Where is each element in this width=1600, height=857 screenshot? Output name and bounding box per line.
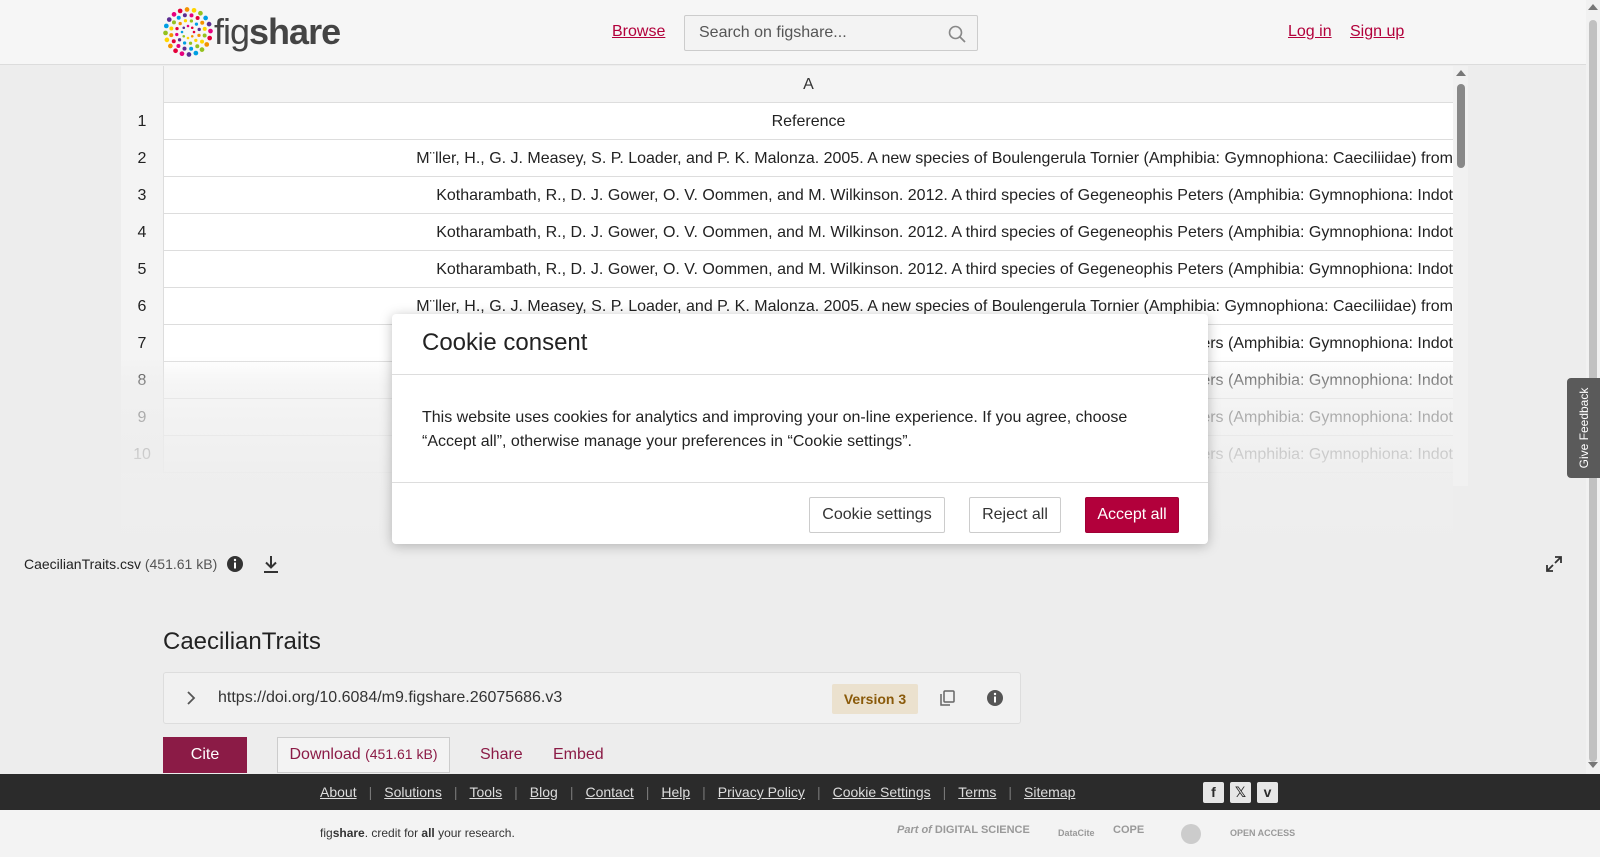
footer-separator: | <box>453 784 458 800</box>
download-button[interactable]: Download (451.61 kB) <box>277 737 450 773</box>
file-name: CaecilianTraits.csv (451.61 kB) <box>24 556 218 572</box>
give-feedback-tab[interactable]: Give Feedback <box>1567 378 1600 478</box>
dialog-header: Cookie consent <box>392 314 1208 375</box>
doi-info-icon[interactable] <box>986 689 1004 707</box>
file-info-icon[interactable] <box>226 555 244 573</box>
table-row: 2 M¨ller, H., G. J. Measey, S. P. Loader,… <box>121 140 1453 177</box>
row-number[interactable]: 2 <box>121 140 164 177</box>
scroll-up-arrow-icon[interactable] <box>1456 70 1466 76</box>
page-scroll-down-icon[interactable] <box>1588 762 1598 768</box>
figshare-logo-mark-icon <box>163 7 213 57</box>
column-header-row: A <box>121 66 1453 103</box>
reject-all-button[interactable]: Reject all <box>969 497 1061 533</box>
table-cell[interactable]: Kotharambath, R., D. J. Gower, O. V. Oom… <box>164 251 1453 288</box>
cell-text: Kotharambath, R., D. J. Gower, O. V. Oom… <box>436 261 1453 278</box>
figshare-logo[interactable]: figshare <box>163 7 341 57</box>
doi-box: https://doi.org/10.6084/m9.figshare.2607… <box>163 672 1021 724</box>
datacite-logo[interactable]: DataCite <box>1058 828 1095 838</box>
open-access-logo[interactable]: OPEN ACCESS <box>1230 828 1295 838</box>
table-row: 3 Kotharambath, R., D. J. Gower, O. V. Oo… <box>121 177 1453 214</box>
footer-link-sitemap[interactable]: Sitemap <box>1024 784 1075 800</box>
footer-link-tools[interactable]: Tools <box>469 784 502 800</box>
facebook-icon[interactable]: f <box>1203 782 1224 803</box>
footer-separator: | <box>702 784 706 800</box>
share-link[interactable]: Share <box>480 746 523 764</box>
cope-logo[interactable]: COPE <box>1113 824 1144 836</box>
table-cell[interactable]: Kotharambath, R., D. J. Gower, O. V. Oom… <box>164 177 1453 214</box>
footer-link-cookie-settings[interactable]: Cookie Settings <box>833 784 931 800</box>
dialog-footer: Cookie settings Reject all Accept all <box>392 482 1208 544</box>
row-number[interactable]: 3 <box>121 177 164 214</box>
footer-link-solutions[interactable]: Solutions <box>384 784 442 800</box>
footer-separator: | <box>514 784 518 800</box>
vimeo-icon[interactable]: v <box>1257 782 1278 803</box>
footer-separator: | <box>645 784 650 800</box>
search-input[interactable] <box>685 16 935 50</box>
table-row: 5 Kotharambath, R., D. J. Gower, O. V. Oo… <box>121 251 1453 288</box>
footer-links: About | Solutions | Tools | Blog | Contact | Help |… <box>320 784 1075 800</box>
footer-separator: | <box>368 784 373 800</box>
table-row: 4 Kotharambath, R., D. J. Gower, O. V. Oo… <box>121 214 1453 251</box>
table-row: 1 Reference <box>121 103 1453 140</box>
page-scroll-up-icon[interactable] <box>1588 4 1598 10</box>
footer-nav: About | Solutions | Tools | Blog | Contact | Help |… <box>0 774 1600 810</box>
footer-link-blog[interactable]: Blog <box>530 784 558 800</box>
x-icon[interactable]: 𝕏 <box>1230 782 1251 803</box>
chevron-right-icon[interactable] <box>182 689 200 707</box>
table-cell[interactable]: Kotharambath, R., D. J. Gower, O. V. Oom… <box>164 214 1453 251</box>
cell-text: Kotharambath, R., D. J. Gower, O. V. Oom… <box>436 224 1453 241</box>
footer-bottom: figshare. credit for all your research. … <box>0 810 1600 857</box>
file-download-icon[interactable] <box>261 554 281 574</box>
dialog-body: This website uses cookies for analytics … <box>422 409 1128 450</box>
logo-wordmark: figshare <box>214 11 341 52</box>
footer-separator: | <box>1008 784 1013 800</box>
search-icon[interactable] <box>947 24 967 44</box>
footer-separator: | <box>816 784 821 800</box>
scrollbar-thumb[interactable] <box>1457 84 1465 168</box>
corner-cell <box>121 66 164 103</box>
file-bar: CaecilianTraits.csv (451.61 kB) <box>0 546 1586 582</box>
footer-link-contact[interactable]: Contact <box>585 784 633 800</box>
search-box <box>684 15 978 51</box>
footer-link-privacy-policy[interactable]: Privacy Policy <box>718 784 805 800</box>
dialog-title: Cookie consent <box>422 329 588 356</box>
cell-text: M¨ller, H., G. J. Measey, S. P. Loader, … <box>416 150 1453 167</box>
login-link[interactable]: Log in <box>1288 23 1332 41</box>
footer-link-terms[interactable]: Terms <box>958 784 996 800</box>
seal-icon[interactable] <box>1180 823 1202 845</box>
browse-link[interactable]: Browse <box>612 23 665 41</box>
item-details: CaecilianTraits https://doi.org/10.6084/… <box>0 582 1586 774</box>
column-header-a[interactable]: A <box>164 66 1453 103</box>
cite-button[interactable]: Cite <box>163 737 247 773</box>
tagline: figshare. credit for all your research. <box>320 826 515 840</box>
row-number[interactable]: 6 <box>121 288 164 325</box>
table-cell[interactable]: M¨ller, H., G. J. Measey, S. P. Loader, … <box>164 140 1453 177</box>
accept-all-button[interactable]: Accept all <box>1085 497 1179 533</box>
fullscreen-icon[interactable] <box>1545 555 1563 573</box>
row-number[interactable]: 5 <box>121 251 164 288</box>
spreadsheet-scrollbar[interactable] <box>1453 66 1468 486</box>
cookie-settings-button[interactable]: Cookie settings <box>809 497 945 533</box>
table-cell[interactable]: Reference <box>164 103 1453 140</box>
row-number[interactable]: 4 <box>121 214 164 251</box>
embed-link[interactable]: Embed <box>553 746 604 764</box>
item-title: CaecilianTraits <box>163 628 321 655</box>
version-badge[interactable]: Version 3 <box>832 684 918 714</box>
footer-link-help[interactable]: Help <box>661 784 690 800</box>
footer-link-about[interactable]: About <box>320 784 357 800</box>
footer-separator: | <box>942 784 947 800</box>
signup-link[interactable]: Sign up <box>1350 23 1404 41</box>
cookie-consent-dialog: Cookie consent This website uses cookies… <box>392 314 1208 544</box>
digital-science-logo[interactable]: Part of DIGITAL SCIENCE <box>897 824 1030 836</box>
doi-link[interactable]: https://doi.org/10.6084/m9.figshare.2607… <box>218 689 562 707</box>
copy-icon[interactable] <box>938 689 956 707</box>
footer-separator: | <box>569 784 574 800</box>
cell-text: Kotharambath, R., D. J. Gower, O. V. Oom… <box>436 187 1453 204</box>
site-header: figshare Browse Log in Sign up <box>0 0 1600 65</box>
row-number[interactable]: 1 <box>121 103 164 140</box>
